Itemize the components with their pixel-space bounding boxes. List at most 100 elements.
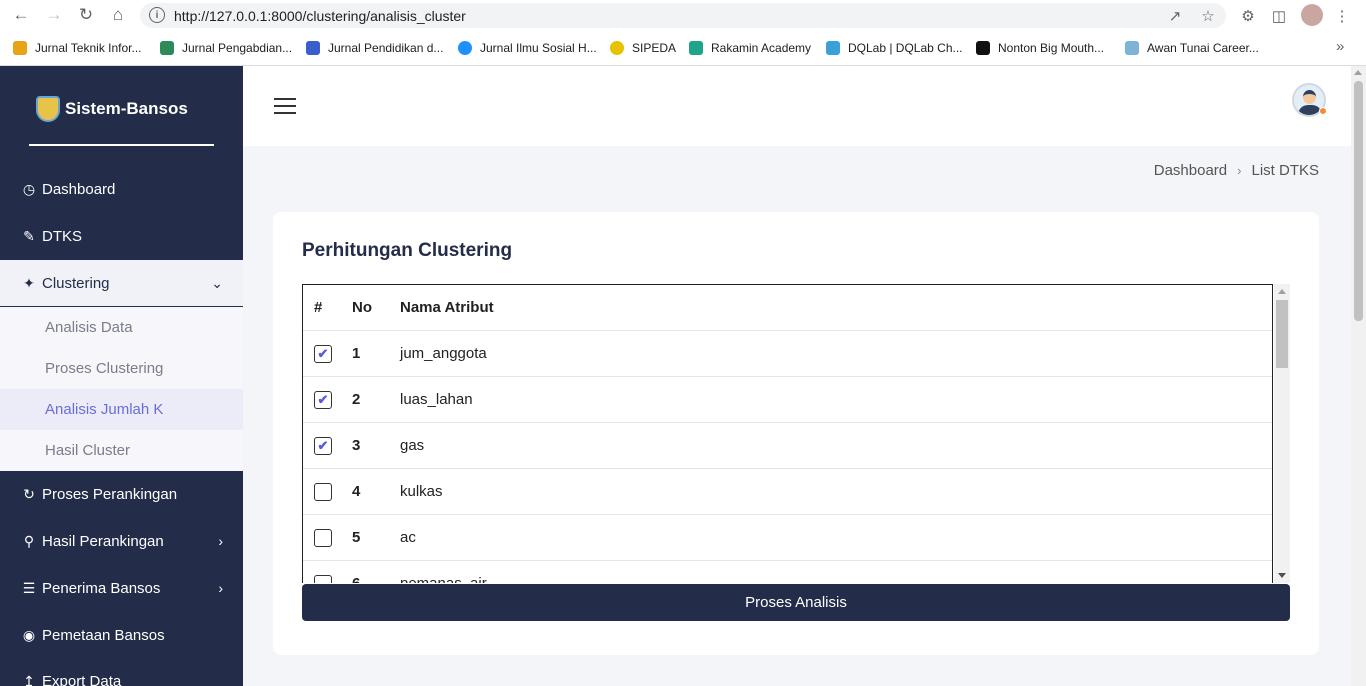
sidebar-item-export-data[interactable]: ↥ Export Data (0, 658, 243, 686)
logo-icon (36, 96, 60, 122)
row-no: 2 (352, 391, 361, 408)
bookmark-item[interactable]: Rakamin Academy (689, 38, 811, 58)
bookmark-item[interactable]: Awan Tunai Career... (1125, 38, 1259, 58)
url-text[interactable]: http://127.0.0.1:8000/clustering/analisi… (174, 8, 466, 24)
sidebar-item-proses-perankingan[interactable]: ↻ Proses Perankingan (0, 471, 243, 517)
chevron-down-icon: ⌄ (211, 274, 223, 291)
scroll-down-icon[interactable] (1278, 573, 1286, 578)
edit-icon: ✎ (23, 227, 35, 244)
share-icon[interactable]: ↗ (1165, 6, 1185, 26)
table-scrollbar[interactable] (1274, 284, 1290, 583)
table-row: 4 kulkas (303, 469, 1272, 515)
clustering-card: Perhitungan Clustering # No Nama Atribut… (273, 212, 1319, 655)
row-check-cell (303, 574, 352, 583)
table-row: 5 ac (303, 515, 1272, 561)
menu-dots-icon[interactable]: ⋮ (1331, 5, 1353, 27)
table-row: ✔ 2 luas_lahan (303, 377, 1272, 423)
row-name: luas_lahan (400, 391, 473, 408)
row-check-cell: ✔ (303, 344, 352, 363)
topbar (243, 66, 1351, 146)
bookmark-star-icon[interactable]: ☆ (1198, 6, 1218, 26)
more-bookmarks-icon[interactable]: » (1336, 38, 1344, 55)
card-title: Perhitungan Clustering (302, 240, 513, 261)
breadcrumb-dashboard[interactable]: Dashboard (1154, 162, 1227, 179)
bookmark-item[interactable]: SIPEDA (610, 38, 676, 58)
row-name: jum_anggota (400, 345, 487, 362)
brand[interactable]: Sistem-Bansos (36, 96, 188, 122)
info-icon[interactable]: i (149, 7, 165, 23)
sidebar-item-dtks[interactable]: ✎ DTKS (0, 213, 243, 259)
checkbox[interactable] (314, 482, 332, 501)
page-scroll-thumb[interactable] (1354, 81, 1363, 321)
page-scrollbar[interactable] (1351, 66, 1366, 686)
submenu-item-analisis-data[interactable]: Analisis Data (0, 307, 243, 348)
sidebar-item-clustering[interactable]: ✦ Clustering ⌄ (0, 260, 243, 306)
submenu-item-analisis-jumlah-k[interactable]: Analisis Jumlah K (0, 389, 243, 430)
table-row: 6 pemanas_air (303, 561, 1272, 583)
scroll-up-icon[interactable] (1278, 289, 1286, 294)
side-panel-icon[interactable]: ◫ (1268, 5, 1290, 27)
row-no: 5 (352, 529, 361, 546)
journal-icon (160, 41, 174, 55)
status-dot (1319, 107, 1327, 115)
hamburger-menu-icon[interactable] (274, 98, 296, 114)
chevron-right-icon: › (218, 533, 223, 549)
chevron-right-icon: › (1237, 163, 1242, 178)
checkbox[interactable] (314, 528, 332, 547)
browser-profile-avatar[interactable] (1301, 4, 1323, 26)
bookmark-item[interactable]: DQLab | DQLab Ch... (826, 38, 963, 58)
bookmark-item[interactable]: Jurnal Teknik Infor... (13, 38, 142, 58)
dashboard-icon: ◷ (22, 180, 36, 197)
sidebar-item-penerima-bansos[interactable]: ☰ Penerima Bansos › (0, 565, 243, 611)
row-no: 1 (352, 345, 361, 362)
bookmark-item[interactable]: Jurnal Ilmu Sosial H... (458, 38, 597, 58)
scroll-thumb[interactable] (1276, 300, 1288, 368)
row-name: gas (400, 437, 425, 454)
award-icon: ⚲ (23, 532, 35, 549)
clustering-submenu: Analisis Data Proses Clustering Analisis… (0, 307, 243, 471)
checkbox[interactable]: ✔ (314, 344, 332, 363)
proses-analisis-button[interactable]: Proses Analisis (302, 584, 1290, 621)
scroll-up-icon[interactable] (1354, 70, 1362, 75)
checkbox[interactable]: ✔ (314, 436, 332, 455)
submenu-item-hasil-cluster[interactable]: Hasil Cluster (0, 430, 243, 471)
row-no: 3 (352, 437, 361, 454)
row-check-cell (303, 482, 352, 501)
header-check: # (314, 299, 323, 316)
home-icon[interactable]: ⌂ (106, 4, 130, 26)
sidebar-item-dashboard[interactable]: ◷ Dashboard (0, 166, 243, 212)
checkbox[interactable] (314, 574, 332, 583)
cloud-icon (1125, 41, 1139, 55)
row-name: pemanas_air (400, 575, 1272, 583)
row-check-cell: ✔ (303, 436, 352, 455)
browser-toolbar: ← → ↻ ⌂ i http://127.0.0.1:8000/clusteri… (0, 0, 1366, 31)
breadcrumb-current: List DTKS (1251, 162, 1319, 179)
extensions-icon[interactable]: ⚙ (1237, 5, 1259, 27)
sidebar-item-hasil-perankingan[interactable]: ⚲ Hasil Perankingan › (0, 518, 243, 564)
table-row: ✔ 1 jum_anggota (303, 331, 1272, 377)
map-pin-icon: ◉ (22, 626, 36, 643)
table-row: ✔ 3 gas (303, 423, 1272, 469)
forward-icon[interactable]: → (42, 4, 66, 26)
checkbox[interactable]: ✔ (314, 390, 332, 409)
address-bar[interactable]: i http://127.0.0.1:8000/clustering/anali… (140, 3, 1226, 28)
row-check-cell: ✔ (303, 390, 352, 409)
table-header: # No Nama Atribut (303, 285, 1272, 331)
bookmark-item[interactable]: Jurnal Pendidikan d... (306, 38, 443, 58)
sipeda-icon (610, 41, 624, 55)
sidebar-item-pemetaan-bansos[interactable]: ◉ Pemetaan Bansos (0, 612, 243, 658)
circle-logo-icon (458, 41, 472, 55)
bookmark-item[interactable]: Jurnal Pengabdian... (160, 38, 292, 58)
attribute-table-scroll[interactable]: # No Nama Atribut ✔ 1 jum_anggota ✔ 2 lu… (302, 284, 1290, 583)
bookmarks-bar: Jurnal Teknik Infor... Jurnal Pengabdian… (0, 34, 1366, 62)
dqlab-icon (826, 41, 840, 55)
bookmark-item[interactable]: Nonton Big Mouth... (976, 38, 1104, 58)
brand-divider (29, 144, 214, 146)
reload-icon[interactable]: ↻ (74, 4, 98, 26)
movie-icon (976, 41, 990, 55)
row-name: kulkas (400, 483, 443, 500)
back-icon[interactable]: ← (9, 4, 33, 26)
breadcrumb: Dashboard › List DTKS (1154, 162, 1319, 179)
submenu-item-proses-clustering[interactable]: Proses Clustering (0, 348, 243, 389)
attribute-table: # No Nama Atribut ✔ 1 jum_anggota ✔ 2 lu… (302, 284, 1273, 583)
